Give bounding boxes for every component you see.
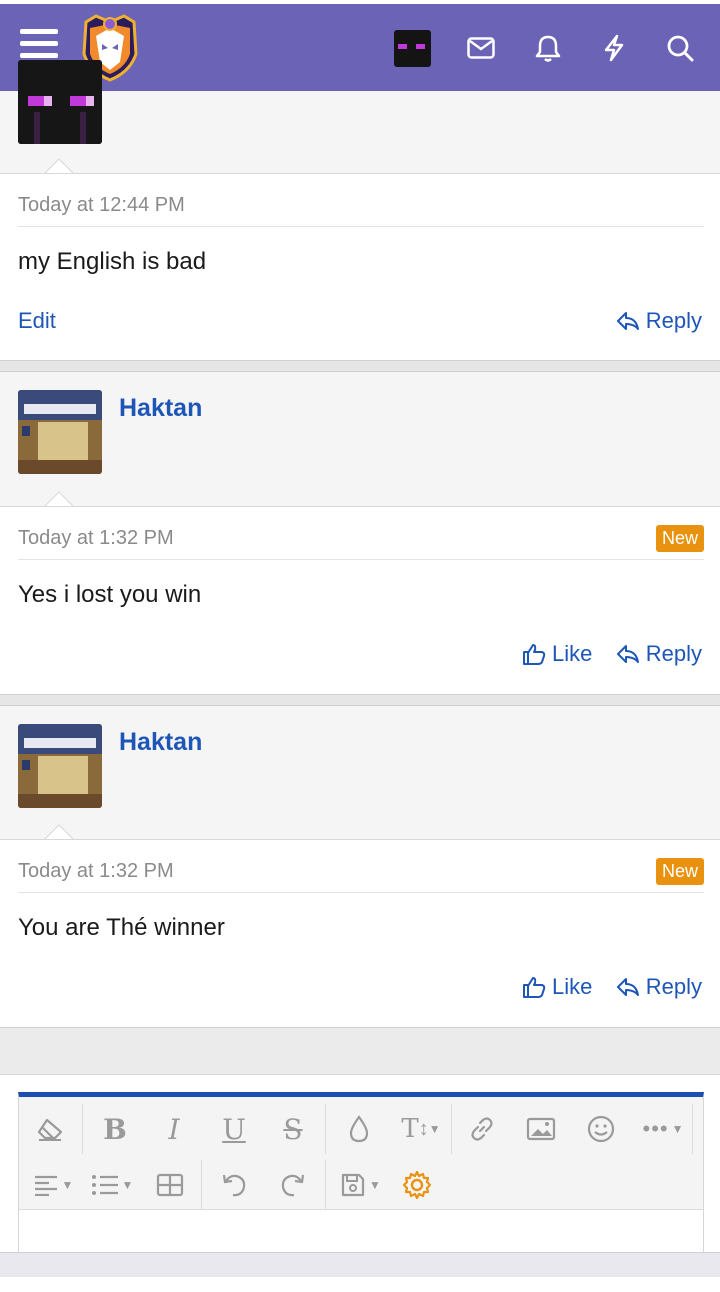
- message-body: Today at 1:32 PM New Yes i lost you win …: [0, 506, 720, 694]
- reply-icon: [616, 312, 639, 330]
- bold-icon[interactable]: B: [93, 1107, 137, 1151]
- table-icon[interactable]: [148, 1163, 192, 1207]
- reply-icon: [616, 645, 639, 663]
- toolbar-separator: [325, 1160, 326, 1210]
- separator: [18, 892, 704, 893]
- username-link[interactable]: Haktan: [119, 728, 202, 757]
- avatar-eye: [398, 44, 407, 49]
- message-body: Today at 12:44 PM my English is bad Edit…: [0, 173, 720, 360]
- toolbar-separator: [82, 1104, 83, 1154]
- message-divider: [0, 694, 720, 706]
- like-label: Like: [552, 641, 593, 666]
- toolbar-separator: [325, 1104, 326, 1154]
- username-link[interactable]: Haktan: [119, 394, 202, 423]
- message-user-header: Haktan: [0, 372, 720, 507]
- message-text: Yes i lost you win: [18, 581, 202, 608]
- editor-toolbar: B I U S T ↕ ▼ ••• ▼ ▼ ▼ ▼: [19, 1097, 703, 1210]
- avatar-eye: [416, 44, 425, 49]
- separator: [18, 559, 704, 560]
- toolbar-separator: [201, 1160, 202, 1210]
- reply-label: Reply: [645, 974, 702, 999]
- reply-button[interactable]: Reply: [616, 641, 702, 667]
- toolbar-separator: [451, 1104, 452, 1154]
- message-date[interactable]: Today at 1:32 PM: [18, 527, 174, 550]
- redo-icon[interactable]: [271, 1163, 315, 1207]
- message-user-header: Haktan: [0, 706, 720, 840]
- reply-button[interactable]: Reply: [616, 974, 702, 1000]
- top-navbar: [0, 4, 720, 91]
- message-arrow: [44, 491, 74, 507]
- like-button[interactable]: Like: [522, 974, 592, 1000]
- font-size-icon[interactable]: T ↕ ▼: [393, 1107, 449, 1151]
- eraser-icon[interactable]: [28, 1107, 72, 1151]
- toolbar-separator: [692, 1104, 693, 1154]
- save-draft-icon[interactable]: ▼: [335, 1163, 387, 1207]
- avatar[interactable]: [18, 724, 102, 808]
- message-date[interactable]: Today at 12:44 PM: [18, 194, 185, 217]
- thumbs-up-icon: [523, 977, 546, 998]
- reply-label: Reply: [645, 308, 702, 333]
- separator: [18, 226, 704, 227]
- editor-spacer: [0, 1027, 720, 1075]
- message-date[interactable]: Today at 1:32 PM: [18, 860, 174, 883]
- message-arrow: [44, 158, 74, 174]
- user-avatar[interactable]: [394, 30, 431, 67]
- search-icon[interactable]: [662, 30, 698, 66]
- message-arrow: [44, 824, 74, 840]
- image-icon[interactable]: [519, 1107, 563, 1151]
- more-icon[interactable]: ••• ▼: [637, 1107, 689, 1151]
- message-body: Today at 1:32 PM New You are Thé winner …: [0, 839, 720, 1027]
- reply-label: Reply: [645, 641, 702, 666]
- underline-icon[interactable]: U: [212, 1107, 256, 1151]
- avatar[interactable]: [18, 390, 102, 474]
- reply-icon: [616, 978, 639, 996]
- smiley-icon[interactable]: [579, 1107, 623, 1151]
- envelope-icon[interactable]: [463, 30, 499, 66]
- color-drop-icon[interactable]: [337, 1107, 381, 1151]
- thumbs-up-icon: [523, 644, 546, 665]
- list-icon[interactable]: ▼: [86, 1163, 138, 1207]
- like-label: Like: [552, 974, 593, 999]
- edit-label: Edit: [18, 308, 56, 333]
- message-user-header: [0, 60, 720, 174]
- message-text: You are Thé winner: [18, 914, 225, 941]
- new-badge: New: [655, 525, 704, 552]
- align-icon[interactable]: ▼: [28, 1163, 78, 1207]
- reply-button[interactable]: Reply: [616, 308, 702, 334]
- bell-icon[interactable]: [530, 30, 566, 66]
- new-badge: New: [655, 858, 704, 885]
- hamburger-icon[interactable]: [20, 29, 58, 63]
- bottom-bar: [0, 1252, 720, 1277]
- edit-button[interactable]: Edit: [18, 308, 56, 334]
- avatar[interactable]: [18, 60, 102, 144]
- link-icon[interactable]: [460, 1107, 504, 1151]
- message-text: my English is bad: [18, 248, 207, 275]
- like-button[interactable]: Like: [522, 641, 592, 667]
- message-divider: [0, 360, 720, 372]
- lightning-icon[interactable]: [596, 30, 632, 66]
- strikethrough-icon[interactable]: S: [271, 1107, 315, 1151]
- italic-icon[interactable]: I: [152, 1107, 196, 1151]
- rich-text-editor: B I U S T ↕ ▼ ••• ▼ ▼ ▼ ▼: [18, 1092, 704, 1262]
- settings-gear-icon[interactable]: [395, 1163, 439, 1207]
- undo-icon[interactable]: [212, 1163, 256, 1207]
